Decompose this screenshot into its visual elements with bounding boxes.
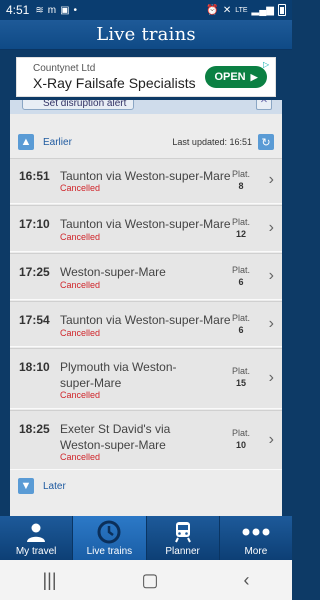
status-time: 4:51 — [6, 3, 30, 17]
train-row[interactable]: 17:10 Taunton via Weston-super-Mare Canc… — [10, 205, 282, 252]
lte-label: LTE — [235, 6, 248, 14]
ad-banner[interactable]: ▷ Countynet Ltd X-Ray Failsafe Specialis… — [16, 57, 276, 97]
platform-number: 6 — [238, 325, 244, 335]
nav-label: More — [244, 546, 268, 557]
home-icon[interactable]: ▢ — [142, 570, 159, 591]
set-disruption-alert-label: Set disruption alert — [43, 100, 127, 109]
train-status: Cancelled — [60, 280, 101, 290]
back-icon[interactable]: ‹ — [244, 570, 250, 591]
train-time: 16:51 — [19, 169, 50, 183]
chevron-right-icon: › — [268, 267, 274, 284]
train-row[interactable]: 18:10 Plymouth via Weston-super-Mare Can… — [10, 348, 282, 409]
alarm-icon: ⏰ — [206, 4, 219, 16]
page-title: Live trains — [96, 24, 196, 45]
platform-label: Plat. — [231, 217, 250, 227]
disruption-strip: Set disruption alert ✕ — [10, 100, 282, 114]
ad-headline[interactable]: X-Ray Failsafe Specialists — [33, 75, 196, 91]
refresh-icon[interactable]: ↻ — [258, 134, 274, 150]
carrier-icon: m — [47, 4, 57, 16]
nav-label: Planner — [165, 546, 200, 557]
earlier-row[interactable]: ▲ Earlier Last updated: 16:51 ↻ — [10, 128, 282, 156]
train-row[interactable]: 18:25 Exeter St David's via Weston-super… — [10, 410, 282, 470]
train-status: Cancelled — [60, 183, 101, 193]
mute-icon: ✕ — [222, 4, 232, 16]
nav-more[interactable]: More — [219, 516, 292, 560]
set-disruption-alert-button[interactable]: Set disruption alert — [22, 100, 134, 110]
train-destination: Taunton via Weston-super-Mare — [60, 313, 231, 327]
earlier-label[interactable]: Earlier — [43, 137, 72, 148]
platform-label: Plat. — [231, 169, 250, 179]
ad-advertiser: Countynet Ltd — [33, 63, 96, 74]
platform-number: 12 — [235, 229, 246, 239]
departures-panel: ▲ Earlier Last updated: 16:51 ↻ 16:51 Ta… — [10, 114, 282, 524]
train-status: Cancelled — [60, 390, 101, 400]
arrow-up-icon[interactable]: ▲ — [18, 134, 34, 150]
battery-icon — [278, 4, 286, 16]
platform-label: Plat. — [231, 265, 250, 275]
nav-my-travel[interactable]: My travel — [0, 516, 74, 560]
train-icon — [173, 520, 193, 544]
clock-icon — [97, 520, 121, 544]
status-bar: 4:51 ≋ m ▣ • ⏰ ✕ LTE ▂▄▆ — [0, 0, 292, 20]
system-nav-bar: ||| ▢ ‹ — [0, 560, 292, 600]
close-icon[interactable]: ✕ — [256, 100, 272, 110]
person-icon — [25, 520, 47, 544]
platform-number: 10 — [235, 440, 246, 450]
last-updated: Last updated: 16:51 — [172, 137, 252, 147]
train-destination: Taunton via Weston-super-Mare — [60, 169, 231, 183]
platform-label: Plat. — [231, 428, 250, 438]
ad-open-button[interactable]: OPEN ▶ — [205, 66, 267, 88]
train-time: 17:25 — [19, 265, 50, 279]
recents-icon[interactable]: ||| — [42, 570, 56, 591]
signal-icon: ▂▄▆ — [251, 4, 274, 16]
platform-number: 6 — [238, 277, 244, 287]
train-row[interactable]: 17:25 Weston-super-Mare Cancelled Plat. … — [10, 253, 282, 300]
train-time: 17:10 — [19, 217, 50, 231]
train-row[interactable]: 17:54 Taunton via Weston-super-Mare Canc… — [10, 301, 282, 347]
train-status: Cancelled — [60, 328, 101, 338]
platform-number: 15 — [235, 378, 246, 388]
wifi-icon: ≋ — [35, 4, 44, 16]
train-time: 18:25 — [19, 422, 50, 436]
later-label[interactable]: Later — [43, 481, 66, 492]
platform-label: Plat. — [231, 313, 250, 323]
later-row[interactable]: ▼ Later — [10, 472, 282, 500]
chevron-right-icon: › — [268, 219, 274, 236]
chevron-right-icon: ▶ — [250, 71, 258, 82]
nav-live-trains[interactable]: Live trains — [73, 516, 147, 560]
ad-info-icon[interactable]: ▷ — [263, 60, 273, 70]
nav-label: My travel — [15, 546, 57, 557]
image-icon: ▣ — [60, 4, 70, 16]
nav-label: Live trains — [86, 546, 133, 557]
chevron-right-icon: › — [268, 369, 274, 386]
chevron-right-icon: › — [268, 315, 274, 332]
train-row[interactable]: 16:51 Taunton via Weston-super-Mare Canc… — [10, 158, 282, 204]
train-status: Cancelled — [60, 452, 101, 462]
dot-icon: • — [73, 4, 78, 16]
platform-label: Plat. — [231, 366, 250, 376]
nav-planner[interactable]: Planner — [146, 516, 220, 560]
train-destination: Exeter St David's via Weston-super-Mare — [60, 422, 171, 452]
chevron-right-icon: › — [268, 431, 274, 448]
train-destination: Plymouth via Weston-super-Mare — [60, 360, 177, 390]
train-destination: Taunton via Weston-super-Mare — [60, 217, 231, 231]
train-status: Cancelled — [60, 232, 101, 242]
more-icon — [241, 520, 271, 544]
bottom-nav: My travel Live trains Planner More — [0, 516, 292, 560]
ad-open-label: OPEN — [214, 71, 246, 83]
train-time: 18:10 — [19, 360, 50, 374]
chevron-right-icon: › — [268, 171, 274, 188]
arrow-down-icon[interactable]: ▼ — [18, 478, 34, 494]
train-time: 17:54 — [19, 313, 50, 327]
platform-number: 8 — [238, 181, 244, 191]
app-bar: Live trains — [0, 20, 292, 50]
train-destination: Weston-super-Mare — [60, 265, 166, 279]
